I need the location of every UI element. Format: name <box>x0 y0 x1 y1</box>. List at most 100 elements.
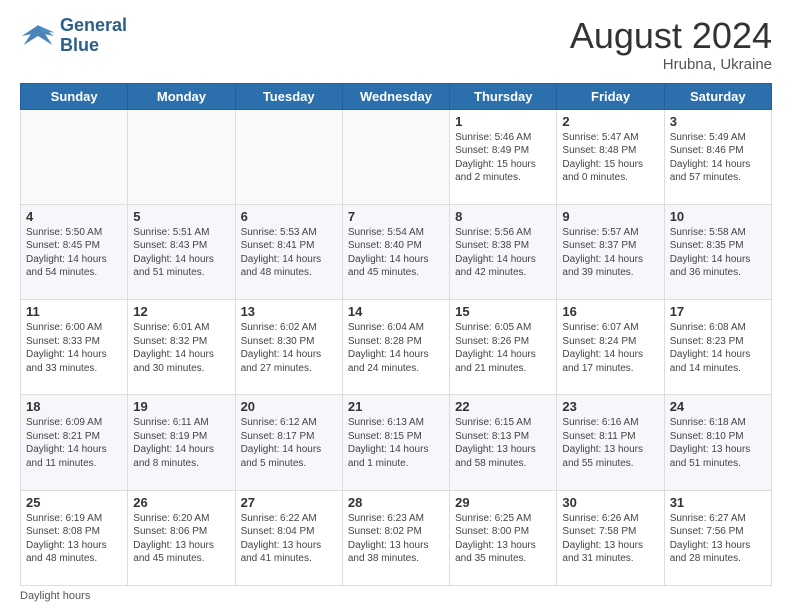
calendar-cell: 28 Sunrise: 6:23 AM Sunset: 8:02 PM Dayli… <box>342 490 449 585</box>
day-info: Sunrise: 5:57 AM Sunset: 8:37 PM Dayligh… <box>562 226 658 280</box>
day-info: Sunrise: 5:47 AM Sunset: 8:48 PM Dayligh… <box>562 131 658 185</box>
day-info: Sunrise: 5:54 AM Sunset: 8:40 PM Dayligh… <box>348 226 444 280</box>
day-header-wednesday: Wednesday <box>342 83 449 109</box>
day-info: Sunrise: 6:23 AM Sunset: 8:02 PM Dayligh… <box>348 512 444 566</box>
logo-line2: Blue <box>60 36 127 56</box>
day-info: Sunrise: 6:13 AM Sunset: 8:15 PM Dayligh… <box>348 416 444 470</box>
calendar-header-row: SundayMondayTuesdayWednesdayThursdayFrid… <box>21 83 772 109</box>
day-info: Sunrise: 6:07 AM Sunset: 8:24 PM Dayligh… <box>562 321 658 375</box>
day-number: 15 <box>455 304 551 319</box>
day-number: 24 <box>670 399 766 414</box>
calendar-cell: 3Sunrise: 5:49 AM Sunset: 8:46 PM Daylig… <box>664 109 771 204</box>
day-number: 17 <box>670 304 766 319</box>
day-info: Sunrise: 5:53 AM Sunset: 8:41 PM Dayligh… <box>241 226 337 280</box>
day-info: Sunrise: 6:16 AM Sunset: 8:11 PM Dayligh… <box>562 416 658 470</box>
day-info: Sunrise: 6:19 AM Sunset: 8:08 PM Dayligh… <box>26 512 122 566</box>
day-info: Sunrise: 6:22 AM Sunset: 8:04 PM Dayligh… <box>241 512 337 566</box>
day-info: Sunrise: 5:56 AM Sunset: 8:38 PM Dayligh… <box>455 226 551 280</box>
calendar-cell: 15 Sunrise: 6:05 AM Sunset: 8:26 PM Dayli… <box>450 300 557 395</box>
day-number: 14 <box>348 304 444 319</box>
day-number: 29 <box>455 495 551 510</box>
day-info: Sunrise: 5:46 AM Sunset: 8:49 PM Dayligh… <box>455 131 551 185</box>
day-number: 10 <box>670 209 766 224</box>
day-number: 18 <box>26 399 122 414</box>
day-info: Sunrise: 6:15 AM Sunset: 8:13 PM Dayligh… <box>455 416 551 470</box>
day-info: Sunrise: 6:27 AM Sunset: 7:56 PM Dayligh… <box>670 512 766 566</box>
day-number: 6 <box>241 209 337 224</box>
day-header-monday: Monday <box>128 83 235 109</box>
calendar-cell: 21 Sunrise: 6:13 AM Sunset: 8:15 PM Dayli… <box>342 395 449 490</box>
calendar-cell: 29 Sunrise: 6:25 AM Sunset: 8:00 PM Dayli… <box>450 490 557 585</box>
day-number: 22 <box>455 399 551 414</box>
week-row-5: 25 Sunrise: 6:19 AM Sunset: 8:08 PM Dayli… <box>21 490 772 585</box>
day-info: Sunrise: 5:50 AM Sunset: 8:45 PM Dayligh… <box>26 226 122 280</box>
calendar-cell: 19 Sunrise: 6:11 AM Sunset: 8:19 PM Dayli… <box>128 395 235 490</box>
calendar-cell: 31 Sunrise: 6:27 AM Sunset: 7:56 PM Dayli… <box>664 490 771 585</box>
daylight-label: Daylight hours <box>20 590 90 602</box>
calendar-cell: 4 Sunrise: 5:50 AM Sunset: 8:45 PM Daylig… <box>21 204 128 299</box>
day-number: 5 <box>133 209 229 224</box>
day-header-tuesday: Tuesday <box>235 83 342 109</box>
day-number: 25 <box>26 495 122 510</box>
calendar-cell: 18Sunrise: 6:09 AM Sunset: 8:21 PM Dayli… <box>21 395 128 490</box>
day-info: Sunrise: 6:11 AM Sunset: 8:19 PM Dayligh… <box>133 416 229 470</box>
day-number: 26 <box>133 495 229 510</box>
calendar-cell <box>342 109 449 204</box>
day-number: 4 <box>26 209 122 224</box>
day-info: Sunrise: 6:05 AM Sunset: 8:26 PM Dayligh… <box>455 321 551 375</box>
logo: General Blue <box>20 16 127 56</box>
logo-icon <box>20 18 56 54</box>
day-info: Sunrise: 6:04 AM Sunset: 8:28 PM Dayligh… <box>348 321 444 375</box>
day-number: 8 <box>455 209 551 224</box>
calendar-cell: 8 Sunrise: 5:56 AM Sunset: 8:38 PM Daylig… <box>450 204 557 299</box>
day-number: 23 <box>562 399 658 414</box>
day-number: 1 <box>455 114 551 129</box>
page: General Blue August 2024 Hrubna, Ukraine… <box>0 0 792 612</box>
calendar-table: SundayMondayTuesdayWednesdayThursdayFrid… <box>20 83 772 586</box>
calendar-cell: 9Sunrise: 5:57 AM Sunset: 8:37 PM Daylig… <box>557 204 664 299</box>
logo-text: General Blue <box>60 16 127 56</box>
week-row-2: 4 Sunrise: 5:50 AM Sunset: 8:45 PM Daylig… <box>21 204 772 299</box>
calendar-cell: 7Sunrise: 5:54 AM Sunset: 8:40 PM Daylig… <box>342 204 449 299</box>
day-number: 30 <box>562 495 658 510</box>
calendar-cell: 6 Sunrise: 5:53 AM Sunset: 8:41 PM Daylig… <box>235 204 342 299</box>
day-info: Sunrise: 6:25 AM Sunset: 8:00 PM Dayligh… <box>455 512 551 566</box>
day-number: 20 <box>241 399 337 414</box>
calendar-cell: 16Sunrise: 6:07 AM Sunset: 8:24 PM Dayli… <box>557 300 664 395</box>
calendar-cell: 13Sunrise: 6:02 AM Sunset: 8:30 PM Dayli… <box>235 300 342 395</box>
calendar-cell <box>235 109 342 204</box>
day-info: Sunrise: 6:02 AM Sunset: 8:30 PM Dayligh… <box>241 321 337 375</box>
calendar-cell: 17Sunrise: 6:08 AM Sunset: 8:23 PM Dayli… <box>664 300 771 395</box>
day-info: Sunrise: 5:58 AM Sunset: 8:35 PM Dayligh… <box>670 226 766 280</box>
day-info: Sunrise: 6:01 AM Sunset: 8:32 PM Dayligh… <box>133 321 229 375</box>
day-number: 28 <box>348 495 444 510</box>
calendar-cell: 23 Sunrise: 6:16 AM Sunset: 8:11 PM Dayli… <box>557 395 664 490</box>
day-number: 31 <box>670 495 766 510</box>
calendar-cell: 1 Sunrise: 5:46 AM Sunset: 8:49 PM Daylig… <box>450 109 557 204</box>
location: Hrubna, Ukraine <box>570 56 772 73</box>
calendar-cell <box>21 109 128 204</box>
title-block: August 2024 Hrubna, Ukraine <box>570 16 772 73</box>
day-info: Sunrise: 6:18 AM Sunset: 8:10 PM Dayligh… <box>670 416 766 470</box>
calendar-cell: 25 Sunrise: 6:19 AM Sunset: 8:08 PM Dayli… <box>21 490 128 585</box>
calendar-cell: 5 Sunrise: 5:51 AM Sunset: 8:43 PM Daylig… <box>128 204 235 299</box>
week-row-1: 1 Sunrise: 5:46 AM Sunset: 8:49 PM Daylig… <box>21 109 772 204</box>
week-row-3: 11Sunrise: 6:00 AM Sunset: 8:33 PM Dayli… <box>21 300 772 395</box>
footer-note: Daylight hours <box>20 590 772 602</box>
day-number: 11 <box>26 304 122 319</box>
calendar-cell: 22 Sunrise: 6:15 AM Sunset: 8:13 PM Dayli… <box>450 395 557 490</box>
calendar-cell: 12Sunrise: 6:01 AM Sunset: 8:32 PM Dayli… <box>128 300 235 395</box>
day-info: Sunrise: 6:20 AM Sunset: 8:06 PM Dayligh… <box>133 512 229 566</box>
day-number: 19 <box>133 399 229 414</box>
header: General Blue August 2024 Hrubna, Ukraine <box>20 16 772 73</box>
day-number: 21 <box>348 399 444 414</box>
day-number: 27 <box>241 495 337 510</box>
calendar-cell: 26 Sunrise: 6:20 AM Sunset: 8:06 PM Dayli… <box>128 490 235 585</box>
day-header-thursday: Thursday <box>450 83 557 109</box>
day-header-friday: Friday <box>557 83 664 109</box>
day-number: 2 <box>562 114 658 129</box>
day-info: Sunrise: 6:12 AM Sunset: 8:17 PM Dayligh… <box>241 416 337 470</box>
calendar-cell: 27 Sunrise: 6:22 AM Sunset: 8:04 PM Dayli… <box>235 490 342 585</box>
day-info: Sunrise: 5:51 AM Sunset: 8:43 PM Dayligh… <box>133 226 229 280</box>
day-header-saturday: Saturday <box>664 83 771 109</box>
